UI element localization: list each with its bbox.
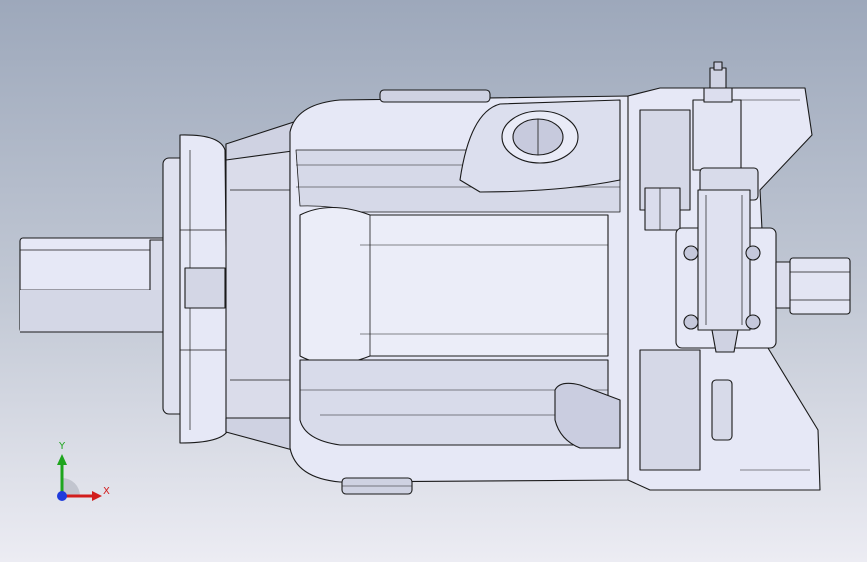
mounting-flange[interactable]	[162, 119, 301, 453]
graphics-viewport[interactable]: Y X	[0, 0, 867, 562]
y-axis-label: Y	[59, 441, 66, 452]
x-axis-label: X	[103, 486, 110, 497]
coordinate-triad: Y X	[40, 438, 120, 518]
hydraulic-pump-model[interactable]	[0, 0, 867, 562]
drive-shaft[interactable]	[19, 237, 171, 333]
hex-plug[interactable]	[775, 257, 851, 315]
pump-housing[interactable]	[289, 89, 635, 495]
triad-axes-icon	[57, 454, 102, 501]
